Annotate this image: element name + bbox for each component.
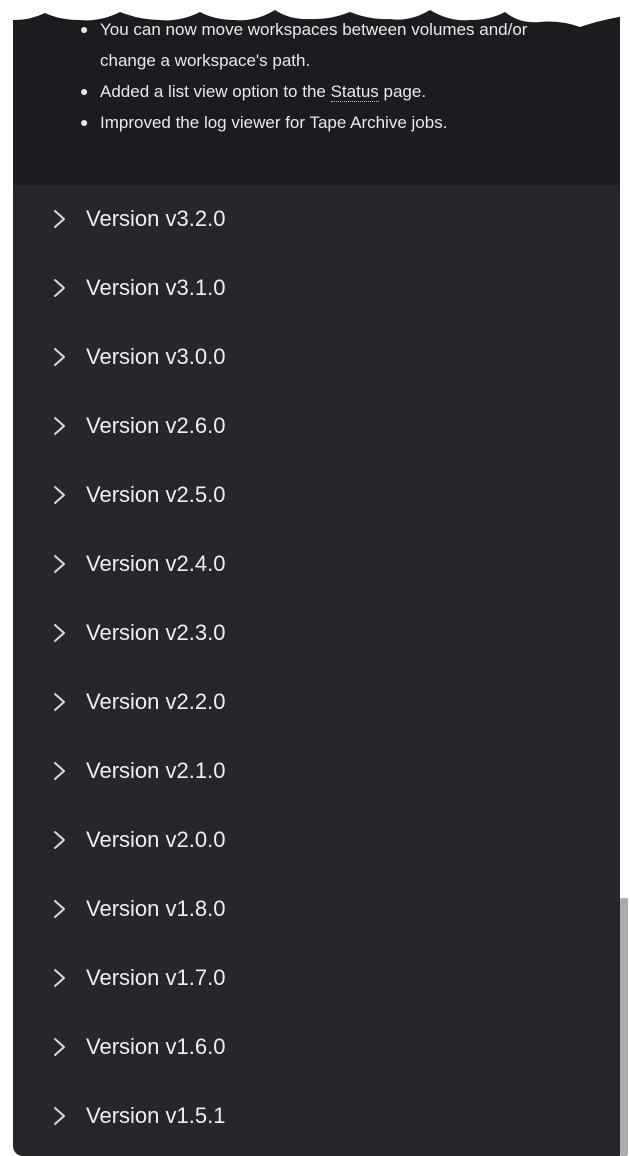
version-row[interactable]: Version v2.6.0 (13, 392, 620, 461)
bullet-icon: ● (80, 83, 89, 99)
version-label: Version v3.2.0 (86, 206, 226, 231)
chevron-right-icon (54, 900, 65, 918)
chevron-right-icon (54, 831, 65, 849)
release-notes-panel: ● You can now move workspaces between vo… (13, 0, 620, 1156)
version-label: Version v2.5.0 (86, 482, 226, 507)
version-row[interactable]: Version v2.0.0 (13, 806, 620, 875)
version-row[interactable]: Version v2.2.0 (13, 668, 620, 737)
version-row[interactable]: Version v1.5.1 (13, 1082, 620, 1151)
version-label: Version v2.4.0 (86, 551, 226, 576)
version-row[interactable]: Version v1.7.0 (13, 944, 620, 1013)
release-note-item: ● Improved the log viewer for Tape Archi… (75, 107, 570, 138)
version-label: Version v2.1.0 (86, 758, 226, 783)
chevron-right-icon (54, 279, 65, 297)
chevron-right-icon (54, 693, 65, 711)
chevron-right-icon (54, 969, 65, 987)
chevron-right-icon (54, 555, 65, 573)
version-label: Version v2.3.0 (86, 620, 226, 645)
release-note-text-before: Added a list view option to the (100, 82, 331, 101)
chevron-right-icon (54, 624, 65, 642)
status-page-link[interactable]: Status (330, 82, 379, 102)
version-row[interactable]: Version v3.1.0 (13, 254, 620, 323)
chevron-right-icon (54, 762, 65, 780)
chevron-right-icon (54, 210, 65, 228)
scrollbar-thumb[interactable] (620, 898, 628, 1156)
version-label: Version v1.6.0 (86, 1034, 226, 1059)
version-label: Version v1.5.1 (86, 1103, 226, 1128)
release-note-text-after: page. (378, 82, 427, 101)
version-label: Version v1.7.0 (86, 965, 226, 990)
version-row[interactable]: Version v3.0.0 (13, 323, 620, 392)
version-row[interactable]: Version v2.4.0 (13, 530, 620, 599)
torn-edge-decoration (0, 0, 630, 27)
version-row[interactable]: Version v1.6.0 (13, 1013, 620, 1082)
version-row[interactable]: Version v2.5.0 (13, 461, 620, 530)
chevron-right-icon (54, 417, 65, 435)
release-note-text: Improved the log viewer for Tape Archive… (100, 113, 448, 132)
version-row[interactable]: Version v1.8.0 (13, 875, 620, 944)
version-label: Version v1.8.0 (86, 896, 226, 921)
release-note-item: ● Added a list view option to the Status… (75, 76, 570, 107)
version-label: Version v2.2.0 (86, 689, 226, 714)
version-row[interactable]: Version v3.2.0 (13, 185, 620, 254)
version-label: Version v2.0.0 (86, 827, 226, 852)
version-label: Version v3.1.0 (86, 275, 226, 300)
chevron-right-icon (54, 486, 65, 504)
chevron-right-icon (54, 1107, 65, 1125)
version-label: Version v3.0.0 (86, 344, 226, 369)
version-row[interactable]: Version v2.3.0 (13, 599, 620, 668)
version-accordion-list: Version v3.2.0 Version v3.1.0 Version v3.0… (13, 185, 620, 1151)
version-row[interactable]: Version v2.1.0 (13, 737, 620, 806)
chevron-right-icon (54, 1038, 65, 1056)
chevron-right-icon (54, 348, 65, 366)
version-label: Version v2.6.0 (86, 413, 226, 438)
bullet-icon: ● (80, 114, 89, 130)
